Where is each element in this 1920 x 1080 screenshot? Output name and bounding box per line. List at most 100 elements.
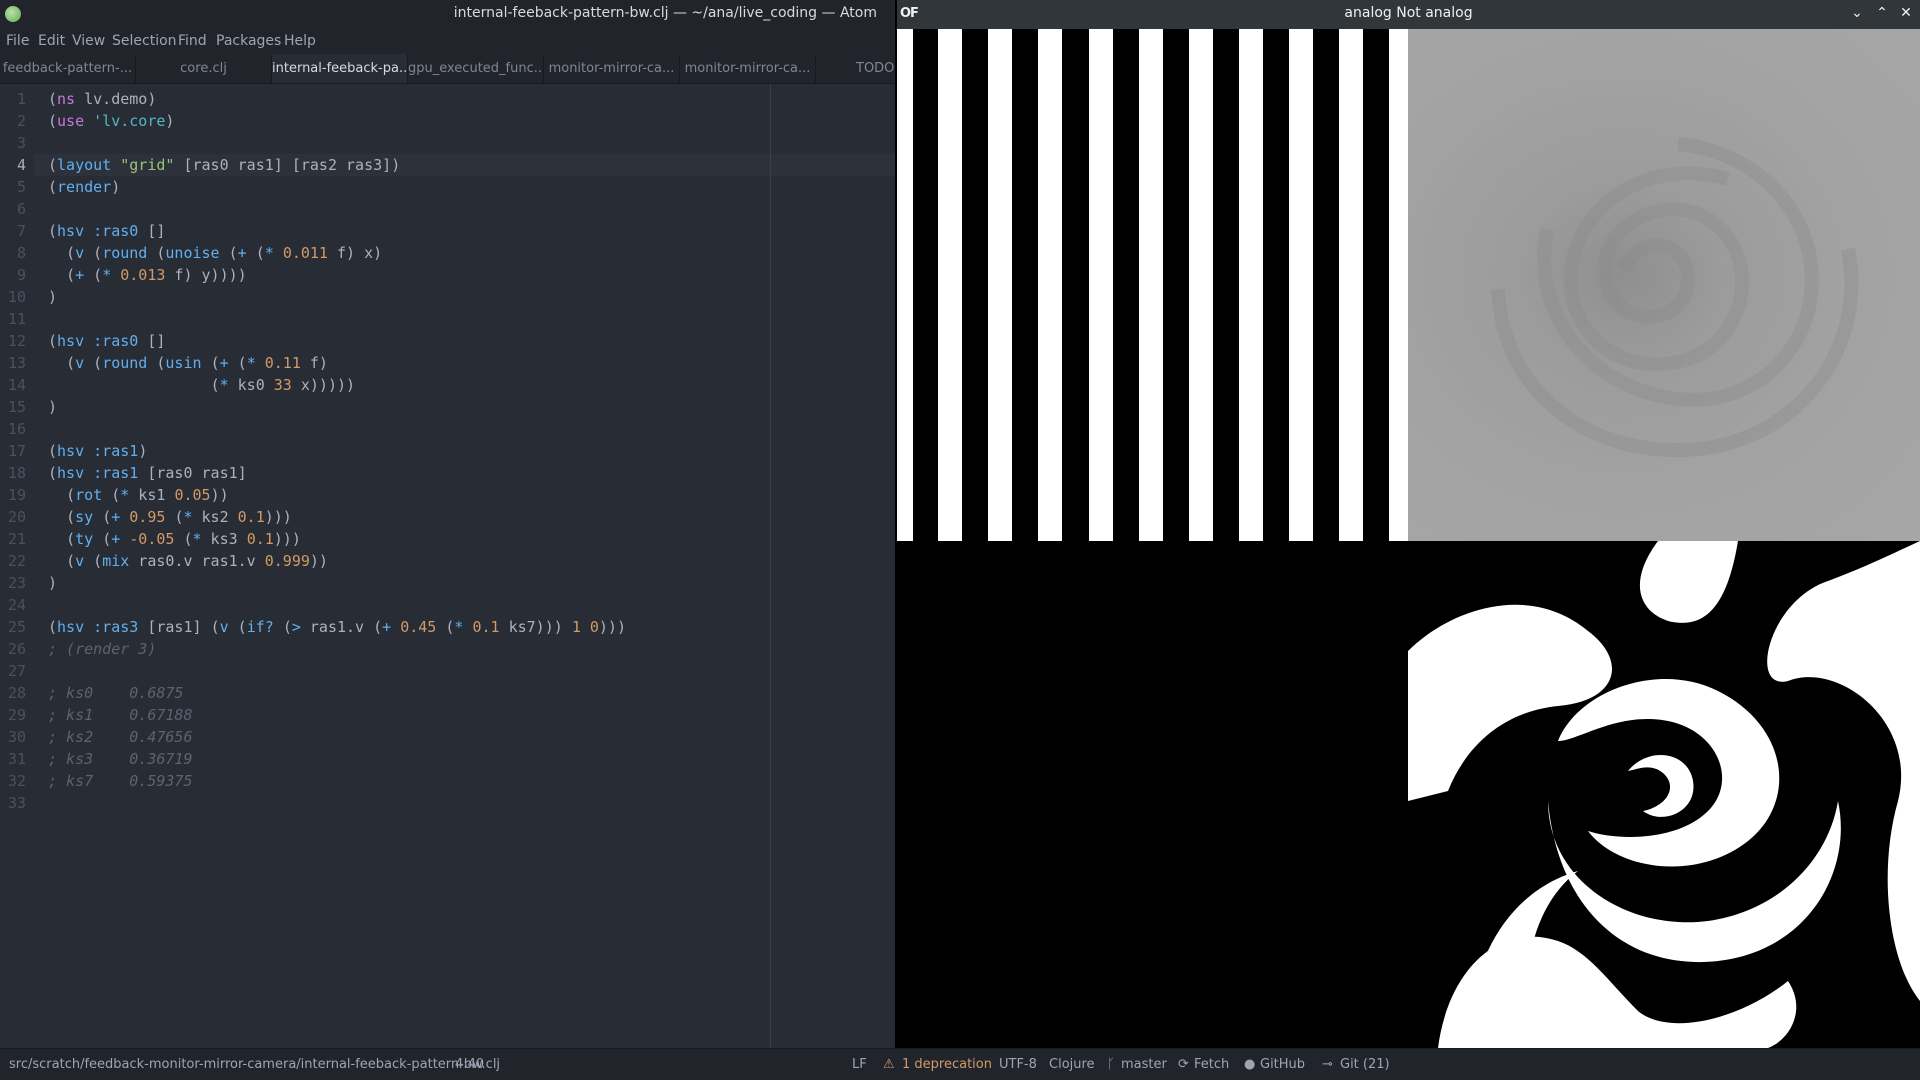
code-line[interactable]: (+ (* 0.013 f) y)))) (48, 264, 247, 286)
menu-file[interactable]: File (6, 33, 29, 49)
line-number[interactable]: 17 (0, 440, 26, 462)
code-token: hsv (57, 332, 85, 350)
code-line[interactable]: (v (round (usin (+ (* 0.11 f) (48, 352, 328, 374)
line-number[interactable]: 15 (0, 396, 26, 418)
grammar[interactable]: Clojure (1049, 1057, 1095, 1072)
code-line[interactable]: (hsv :ras0 [] (48, 330, 165, 352)
tab-monitor-mirror-ca-1[interactable]: monitor-mirror-ca... (544, 54, 680, 83)
line-number[interactable]: 2 (0, 110, 26, 132)
code-editor[interactable]: 1 2 3 4 5 6 7 8 9 10 11 12 13 14 15 16 17 18 19 20 21 22 23 24 2… (0, 84, 895, 1048)
tab-gpu-executed-func[interactable]: gpu_executed_func... (408, 54, 544, 83)
line-number[interactable]: 25 (0, 616, 26, 638)
code-line[interactable]: (ty (+ -0.05 (* ks3 0.1))) (48, 528, 301, 550)
line-number[interactable]: 24 (0, 594, 26, 616)
code-line[interactable]: (hsv :ras1) (48, 440, 147, 462)
git-branch[interactable]: master (1121, 1057, 1167, 1072)
code-line[interactable]: ; ks3 0.36719 (48, 748, 193, 770)
line-number[interactable]: 33 (0, 792, 26, 814)
atom-app-icon[interactable] (5, 6, 21, 22)
line-number[interactable]: 16 (0, 418, 26, 440)
menu-packages[interactable]: Packages (216, 33, 281, 49)
maximize-icon[interactable]: ⌃ (1872, 3, 1892, 23)
code-line[interactable]: (v (mix ras0.v ras1.v 0.999)) (48, 550, 328, 572)
code-line[interactable]: (hsv :ras0 [] (48, 220, 165, 242)
line-number[interactable]: 3 (0, 132, 26, 154)
tab-core-clj[interactable]: core.clj (136, 54, 272, 83)
line-number[interactable]: 31 (0, 748, 26, 770)
line-number[interactable]: 9 (0, 264, 26, 286)
line-number[interactable]: 14 (0, 374, 26, 396)
line-number[interactable]: 19 (0, 484, 26, 506)
line-number[interactable]: 18 (0, 462, 26, 484)
line-number[interactable]: 20 (0, 506, 26, 528)
line-number[interactable]: 4 (0, 154, 26, 176)
tab-todo[interactable]: TODO (816, 54, 895, 83)
menu-find[interactable]: Find (178, 33, 207, 49)
line-number[interactable]: 26 (0, 638, 26, 660)
line-number[interactable]: 13 (0, 352, 26, 374)
code-token: lv.demo (75, 90, 148, 108)
code-line[interactable]: (ns lv.demo) (48, 88, 156, 110)
tab-monitor-mirror-ca-2[interactable]: monitor-mirror-ca... (680, 54, 816, 83)
file-encoding[interactable]: UTF-8 (999, 1057, 1037, 1072)
menu-help[interactable]: Help (284, 33, 316, 49)
code-token: + (219, 354, 229, 372)
cursor-position[interactable]: 4:40 (455, 1057, 484, 1072)
code-line[interactable]: (use 'lv.core) (48, 110, 174, 132)
minimize-icon[interactable]: ⌄ (1847, 3, 1867, 23)
code-token: 0.999 (264, 552, 310, 570)
line-number[interactable]: 21 (0, 528, 26, 550)
line-number[interactable]: 5 (0, 176, 26, 198)
code-line[interactable]: ) (48, 396, 57, 418)
line-number[interactable]: 30 (0, 726, 26, 748)
line-ending[interactable]: LF (852, 1057, 867, 1072)
git-button[interactable]: Git (21) (1340, 1057, 1390, 1072)
line-number[interactable]: 11 (0, 308, 26, 330)
deprecation-count[interactable]: 1 deprecation (902, 1057, 992, 1072)
line-number-gutter[interactable]: 1 2 3 4 5 6 7 8 9 10 11 12 13 14 15 16 17 18 19 20 21 22 23 24 2… (0, 84, 34, 1048)
code-line[interactable]: ) (48, 572, 57, 594)
line-number[interactable]: 22 (0, 550, 26, 572)
tab-internal-feeback-pattern[interactable]: internal-feeback-pa... (272, 54, 408, 83)
line-number[interactable]: 1 (0, 88, 26, 110)
menu-selection[interactable]: Selection (112, 33, 177, 49)
code-line[interactable]: (layout "grid" [ras0 ras1] [ras2 ras3]) (48, 154, 400, 176)
code-line[interactable]: ; ks1 0.67188 (48, 704, 193, 726)
line-number[interactable]: 32 (0, 770, 26, 792)
tab-feedback-pattern[interactable]: feedback-pattern-... (0, 54, 136, 83)
code-line[interactable]: ; ks2 0.47656 (48, 726, 193, 748)
code-line[interactable]: ; ks0 0.6875 (48, 682, 183, 704)
file-path[interactable]: src/scratch/feedback-monitor-mirror-came… (9, 1057, 500, 1072)
github-button[interactable]: GitHub (1260, 1057, 1305, 1072)
code-line[interactable]: (v (round (unoise (+ (* 0.011 f) x) (48, 242, 382, 264)
code-line[interactable]: (* ks0 33 x))))) (48, 374, 356, 396)
code-line[interactable]: (rot (* ks1 0.05)) (48, 484, 229, 506)
code-line[interactable]: (render) (48, 176, 120, 198)
line-number[interactable]: 10 (0, 286, 26, 308)
code-line[interactable]: (hsv :ras3 [ras1] (v (if? (> ras1.v (+ 0… (48, 616, 626, 638)
menu-edit[interactable]: Edit (38, 33, 65, 49)
code-line[interactable]: ; (render 3) (48, 638, 156, 660)
menu-view[interactable]: View (72, 33, 105, 49)
line-number[interactable]: 23 (0, 572, 26, 594)
code-line[interactable]: (hsv :ras1 [ras0 ras1] (48, 462, 247, 484)
code-line[interactable]: (sy (+ 0.95 (* ks2 0.1))) (48, 506, 292, 528)
code-lines[interactable]: (ns lv.demo) (use 'lv.core) (layout "grid"… (48, 84, 768, 1048)
line-number[interactable]: 29 (0, 704, 26, 726)
code-token: ks0 (228, 376, 274, 394)
line-number[interactable]: 7 (0, 220, 26, 242)
white-stripe (897, 29, 913, 541)
close-icon[interactable]: ✕ (1896, 3, 1916, 23)
white-stripe (1038, 29, 1062, 541)
code-line[interactable]: ) (48, 286, 57, 308)
line-number[interactable]: 12 (0, 330, 26, 352)
code-token: hsv (57, 442, 85, 460)
code-token: hsv (57, 464, 85, 482)
line-number[interactable]: 6 (0, 198, 26, 220)
line-number[interactable]: 8 (0, 242, 26, 264)
code-line[interactable]: ; ks7 0.59375 (48, 770, 193, 792)
line-number[interactable]: 28 (0, 682, 26, 704)
fetch-button[interactable]: Fetch (1194, 1057, 1229, 1072)
line-number[interactable]: 27 (0, 660, 26, 682)
